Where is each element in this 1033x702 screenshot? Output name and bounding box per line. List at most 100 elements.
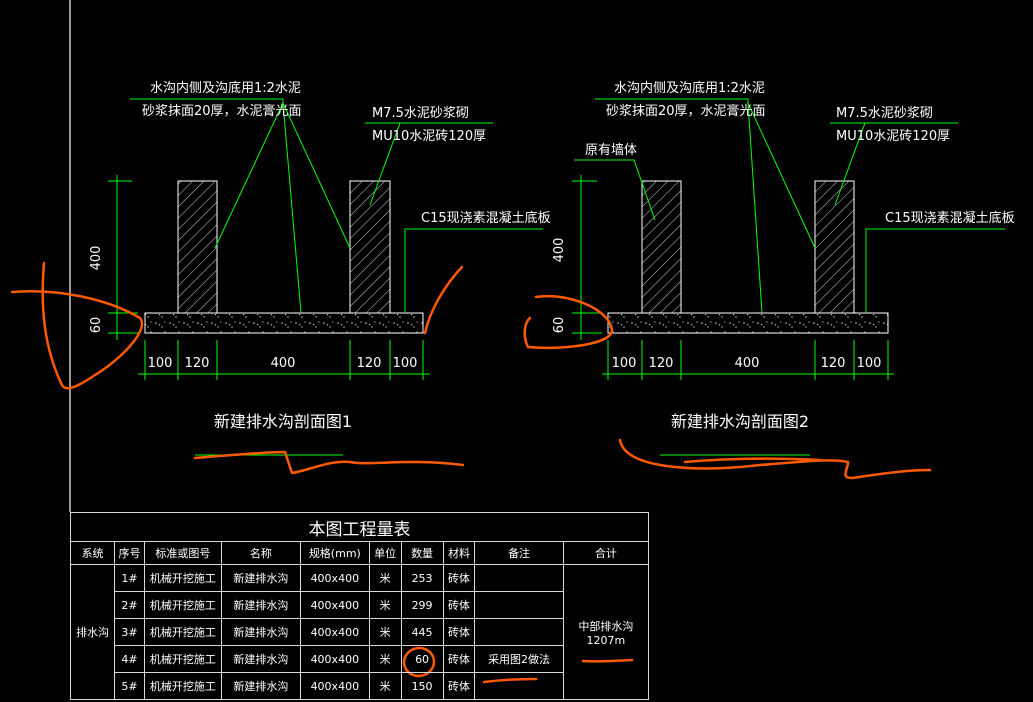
header-cell: 材料 bbox=[442, 541, 476, 565]
header-cell: 标准或图号 bbox=[143, 541, 222, 565]
note-lining-2: 砂浆抹面20厚，水泥膏光面 bbox=[142, 103, 302, 119]
markup-left-2 bbox=[423, 265, 464, 335]
cell-unit: 米 bbox=[368, 591, 402, 619]
dim-height-wall: 400 bbox=[89, 246, 104, 271]
cell-note: 采用图2做法 bbox=[474, 645, 564, 673]
cell-qty: 299 bbox=[400, 591, 444, 619]
dim-4: 120 bbox=[821, 356, 846, 371]
cell-mat: 砖体 bbox=[442, 564, 476, 592]
cell-std: 机械开挖施工 bbox=[143, 618, 222, 646]
system-cell: 排水沟 bbox=[69, 564, 116, 700]
cell-spec: 400x400 bbox=[299, 591, 370, 619]
cell-note bbox=[474, 564, 564, 592]
concrete-base bbox=[144, 312, 424, 334]
dim-height-base: 60 bbox=[89, 317, 104, 334]
vertical-dimension bbox=[572, 175, 602, 340]
dim-1: 100 bbox=[612, 356, 637, 371]
dim-4: 120 bbox=[357, 356, 382, 371]
note-wall-1: M7.5水泥砂浆砌 bbox=[372, 106, 469, 121]
cell-qty: 253 bbox=[400, 564, 444, 592]
note-wall-1: M7.5水泥砂浆砌 bbox=[836, 106, 933, 121]
table-row: 3# 机械开挖施工 新建排水沟 400x400 米 445 砖体 bbox=[71, 618, 649, 646]
cell-name: 新建排水沟 bbox=[220, 591, 301, 619]
cell-std: 机械开挖施工 bbox=[143, 672, 222, 700]
table-row: 5# 机械开挖施工 新建排水沟 400x400 米 150 砖体 bbox=[71, 672, 649, 700]
note-existing-wall: 原有墙体 bbox=[585, 143, 637, 158]
table-header: 系统 序号 标准或图号 名称 规格(mm) 单位 数量 材料 备注 合计 bbox=[69, 541, 650, 565]
dim-3: 400 bbox=[271, 356, 296, 371]
header-cell: 备注 bbox=[474, 541, 564, 565]
header-cell: 规格(mm) bbox=[299, 541, 370, 565]
cell-name: 新建排水沟 bbox=[220, 645, 301, 673]
table-row: 4# 机械开挖施工 新建排水沟 400x400 米 60 砖体 采用图2做法 bbox=[71, 645, 649, 673]
table-row: 2# 机械开挖施工 新建排水沟 400x400 米 299 砖体 bbox=[71, 591, 649, 619]
cell-std: 机械开挖施工 bbox=[143, 564, 222, 592]
cell-unit: 米 bbox=[368, 618, 402, 646]
table-row: 排水沟 1# 机械开挖施工 新建排水沟 400x400 米 253 砖体 中部排… bbox=[69, 564, 650, 700]
note-lining-1: 水沟内侧及沟底用1:2水泥 bbox=[614, 80, 765, 96]
dim-5: 100 bbox=[393, 356, 418, 371]
header-cell: 名称 bbox=[220, 541, 301, 565]
note-lining-1: 水沟内侧及沟底用1:2水泥 bbox=[150, 80, 301, 96]
table-title: 本图工程量表 bbox=[70, 512, 649, 542]
header-cell: 序号 bbox=[114, 541, 145, 565]
note-base: C15现浇素混凝土底板 bbox=[421, 210, 551, 226]
cell-spec: 400x400 bbox=[299, 564, 370, 592]
cell-note bbox=[474, 591, 564, 619]
note-lining-2: 砂浆抹面20厚，水泥膏光面 bbox=[606, 103, 766, 119]
cell-qty: 445 bbox=[400, 618, 444, 646]
cell-std: 机械开挖施工 bbox=[143, 591, 222, 619]
left-wall bbox=[177, 180, 218, 314]
quantity-table: 本图工程量表 系统 序号 标准或图号 名称 规格(mm) 单位 数量 材料 备注… bbox=[69, 512, 650, 702]
cell-spec: 400x400 bbox=[299, 645, 370, 673]
cell-std: 机械开挖施工 bbox=[143, 645, 222, 673]
dim-3: 400 bbox=[735, 356, 760, 371]
cell-name: 新建排水沟 bbox=[220, 564, 301, 592]
total-value: 1207m bbox=[586, 633, 626, 647]
right-wall bbox=[349, 180, 391, 314]
note-wall-2: MU10水泥砖120厚 bbox=[836, 129, 950, 144]
cell-qty: 150 bbox=[400, 672, 444, 700]
total-label: 中部排水沟 bbox=[578, 619, 634, 633]
dim-2: 120 bbox=[649, 356, 674, 371]
cell-mat: 砖体 bbox=[442, 618, 476, 646]
markup-right-1 bbox=[523, 294, 614, 350]
dim-height-wall: 400 bbox=[552, 238, 567, 263]
note-base: C15现浇素混凝土底板 bbox=[885, 210, 1015, 226]
markup-left-1 bbox=[10, 261, 144, 390]
concrete-base bbox=[607, 312, 889, 334]
header-cell: 合计 bbox=[562, 541, 650, 565]
drawing-2-title: 新建排水沟剖面图2 bbox=[671, 412, 809, 431]
drawing-1-title: 新建排水沟剖面图1 bbox=[214, 412, 352, 431]
drawing-1: 400 60 100 120 400 120 100 水沟内侧及沟底用1:2水泥 bbox=[89, 80, 551, 456]
total-cell: 中部排水沟 1207m bbox=[562, 564, 650, 700]
cell-mat: 砖体 bbox=[442, 591, 476, 619]
right-wall bbox=[814, 180, 855, 314]
cell-no: 3# bbox=[114, 618, 145, 646]
cell-unit: 米 bbox=[368, 645, 402, 673]
cell-mat: 砖体 bbox=[442, 645, 476, 673]
cell-no: 5# bbox=[114, 672, 145, 700]
cell-unit: 米 bbox=[368, 672, 402, 700]
header-cell: 系统 bbox=[69, 541, 116, 565]
dim-1: 100 bbox=[148, 356, 173, 371]
cell-no: 4# bbox=[114, 645, 145, 673]
cell-note bbox=[474, 618, 564, 646]
cell-qty: 60 bbox=[400, 645, 444, 673]
cell-spec: 400x400 bbox=[299, 672, 370, 700]
cell-unit: 米 bbox=[368, 564, 402, 592]
cell-no: 1# bbox=[114, 564, 145, 592]
cell-note bbox=[474, 672, 564, 700]
note-wall-2: MU10水泥砖120厚 bbox=[372, 129, 486, 144]
cell-name: 新建排水沟 bbox=[220, 618, 301, 646]
cell-spec: 400x400 bbox=[299, 618, 370, 646]
drawing-2: 400 60 100 120 400 120 100 水沟内侧及沟底用1:2水泥… bbox=[552, 80, 1015, 456]
cell-no: 2# bbox=[114, 591, 145, 619]
cell-name: 新建排水沟 bbox=[220, 672, 301, 700]
header-cell: 单位 bbox=[368, 541, 402, 565]
header-cell: 数量 bbox=[400, 541, 444, 565]
dim-height-base: 60 bbox=[552, 317, 567, 334]
dim-5: 100 bbox=[857, 356, 882, 371]
dim-2: 120 bbox=[185, 356, 210, 371]
cell-mat: 砖体 bbox=[442, 672, 476, 700]
